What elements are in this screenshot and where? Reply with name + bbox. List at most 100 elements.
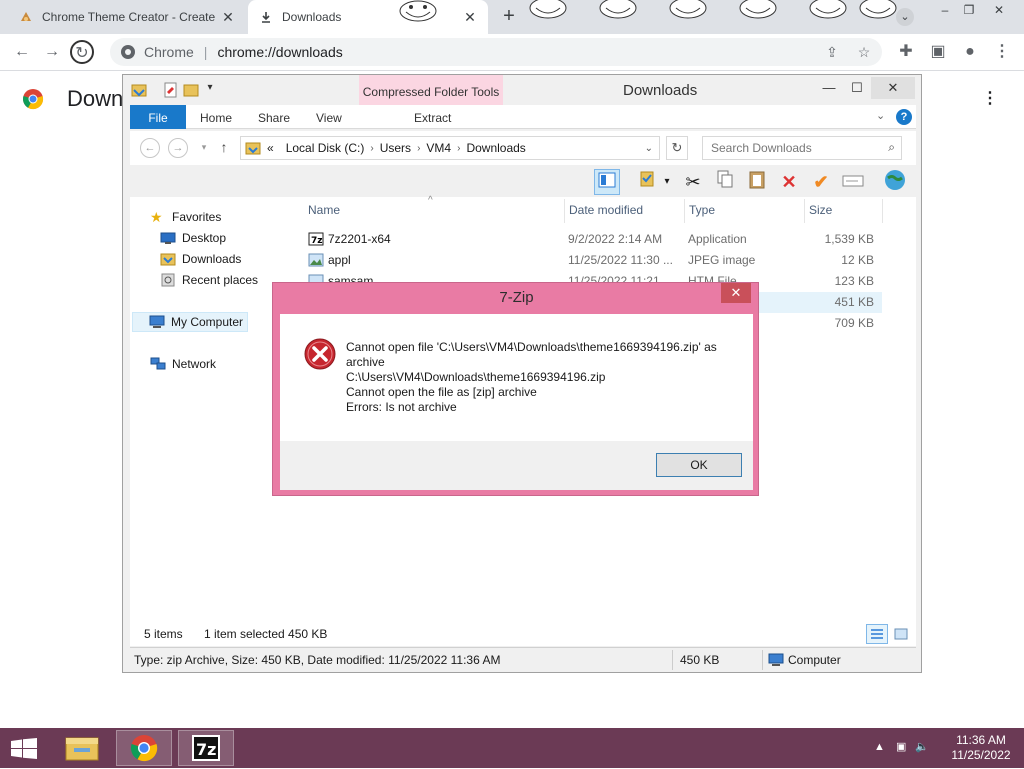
column-separator[interactable] <box>804 199 805 223</box>
breadcrumb-prefix[interactable]: « <box>267 141 274 155</box>
bookmark-star-icon[interactable]: ☆ <box>854 42 874 62</box>
divider <box>672 650 673 670</box>
navigation-bar: ← → ▾ ↑ « Local Disk (C:) › Users › VM4 … <box>130 131 916 165</box>
reload-icon[interactable]: ↻ <box>70 40 94 64</box>
back-arrow-icon[interactable]: ← <box>10 40 34 64</box>
paste-icon[interactable] <box>744 169 770 195</box>
network-tray-icon[interactable]: ▣ <box>896 741 906 753</box>
message-line: Errors: Is not archive <box>346 400 457 414</box>
nav-recent-places[interactable]: Recent places <box>160 270 258 290</box>
chevron-right-icon[interactable]: › <box>370 143 373 154</box>
nav-label: Favorites <box>172 210 222 224</box>
tab-search-chevron-icon[interactable]: ⌄ <box>896 8 914 26</box>
column-separator[interactable] <box>684 199 685 223</box>
ok-button[interactable]: OK <box>656 453 742 477</box>
tab-extract[interactable]: Extract <box>414 105 451 129</box>
volume-icon[interactable]: 🔈 <box>915 741 929 753</box>
forward-arrow-icon[interactable]: → <box>168 138 188 158</box>
up-arrow-icon[interactable]: ↑ <box>214 138 234 158</box>
column-header-type[interactable]: Type <box>689 203 715 221</box>
view-dropdown-icon[interactable]: ▾ <box>660 169 674 195</box>
refresh-icon[interactable]: ↻ <box>666 136 688 160</box>
breadcrumb-local-disk[interactable]: Local Disk (C:) <box>286 141 365 155</box>
file-explorer-icon <box>65 737 99 761</box>
tab-home[interactable]: Home <box>200 105 232 129</box>
quick-access-dropdown-icon[interactable]: ▾ <box>203 77 217 99</box>
profile-avatar-icon[interactable]: ● <box>958 40 982 64</box>
column-header-name[interactable]: Name <box>308 203 340 221</box>
address-bar[interactable]: « Local Disk (C:) › Users › VM4 › Downlo… <box>240 136 660 160</box>
compressed-folder-tools-tab[interactable]: Compressed Folder Tools <box>359 75 503 106</box>
forward-arrow-icon[interactable]: → <box>40 40 64 64</box>
search-input[interactable]: Search Downloads ⌕ <box>702 136 902 160</box>
taskbar-7zip[interactable]: 7z <box>178 730 234 766</box>
omnibox[interactable]: Chrome | chrome://downloads ⇪ ☆ <box>110 38 882 66</box>
close-window-icon[interactable]: ✕ <box>988 0 1010 22</box>
taskbar-clock[interactable]: 11:36 AM 11/25/2022 <box>948 733 1014 763</box>
tab-close-icon[interactable]: ✕ <box>462 9 478 26</box>
delete-icon[interactable]: ✕ <box>776 169 802 195</box>
restore-icon[interactable]: ❐ <box>958 0 980 22</box>
ribbon-expand-icon[interactable]: ⌄ <box>876 109 885 122</box>
rename-icon[interactable] <box>840 169 866 195</box>
checkmark-icon[interactable]: ✔ <box>808 169 834 195</box>
tab-close-icon[interactable]: ✕ <box>220 9 236 26</box>
nav-my-computer[interactable]: My Computer <box>132 312 248 332</box>
breadcrumb-users[interactable]: Users <box>380 141 411 155</box>
chevron-right-icon[interactable]: › <box>457 143 460 154</box>
tab-chrome-theme-creator[interactable]: Chrome Theme Creator - Create ✕ <box>8 0 246 34</box>
page-more-icon[interactable]: ⋮ <box>982 88 998 110</box>
system-tray: ▲ ▣ 🔈 <box>874 740 929 753</box>
minimize-icon[interactable]: — <box>815 77 843 99</box>
extensions-puzzle-icon[interactable]: ✚ <box>894 40 918 64</box>
share-icon[interactable]: ⇪ <box>822 42 842 62</box>
preview-pane-icon[interactable] <box>594 169 620 195</box>
column-header-date[interactable]: Date modified <box>569 203 643 221</box>
dialog-body: Cannot open file 'C:\Users\VM4\Downloads… <box>280 314 753 441</box>
close-icon[interactable]: ✕ <box>871 77 915 99</box>
file-size: 451 KB <box>834 295 874 309</box>
chrome-menu-icon[interactable]: ⋮ <box>990 40 1014 64</box>
breadcrumb-vm4[interactable]: VM4 <box>426 141 451 155</box>
chevron-down-icon[interactable]: ⌄ <box>645 143 653 154</box>
tab-view[interactable]: View <box>316 105 342 129</box>
tab-share[interactable]: Share <box>258 105 290 129</box>
recent-locations-icon[interactable]: ▾ <box>194 138 214 158</box>
details-view-icon[interactable] <box>866 624 888 644</box>
help-icon[interactable]: ? <box>896 109 912 125</box>
column-header-size[interactable]: Size <box>809 203 832 221</box>
tab-file[interactable]: File <box>130 105 186 129</box>
column-separator[interactable] <box>564 199 565 223</box>
file-row[interactable]: 7z 7z2201-x64 9/2/2022 2:14 AM Applicati… <box>302 229 882 250</box>
tab-downloads[interactable]: Downloads ✕ <box>248 0 488 34</box>
nav-downloads[interactable]: Downloads <box>160 249 241 269</box>
dialog-close-button[interactable]: ✕ <box>721 283 751 303</box>
show-hidden-icons-icon[interactable]: ▲ <box>874 741 885 753</box>
divider <box>762 650 763 670</box>
omnibox-url[interactable]: chrome://downloads <box>217 44 342 60</box>
nav-desktop[interactable]: Desktop <box>160 228 226 248</box>
column-separator[interactable] <box>882 199 883 223</box>
copy-icon[interactable] <box>712 169 738 195</box>
side-panel-icon[interactable]: ▣ <box>926 40 950 64</box>
globe-icon[interactable] <box>882 169 908 195</box>
breadcrumb-downloads[interactable]: Downloads <box>466 141 525 155</box>
cut-icon[interactable]: ✂ <box>680 169 706 195</box>
taskbar-chrome[interactable] <box>116 730 172 766</box>
change-view-icon[interactable] <box>636 169 662 195</box>
new-tab-button[interactable]: + <box>498 6 520 28</box>
large-icons-view-icon[interactable] <box>890 624 912 644</box>
troll-face-icon <box>529 0 567 19</box>
chevron-right-icon[interactable]: › <box>417 143 420 154</box>
minimize-icon[interactable]: – <box>934 0 956 22</box>
back-arrow-icon[interactable]: ← <box>140 138 160 158</box>
selection-info: 1 item selected 450 KB <box>204 627 328 641</box>
file-row[interactable]: appl 11/25/2022 11:30 ... JPEG image 12 … <box>302 250 882 271</box>
new-folder-icon[interactable] <box>183 81 199 99</box>
nav-favorites[interactable]: ★ Favorites <box>150 207 221 227</box>
maximize-icon[interactable]: ☐ <box>843 77 871 99</box>
windows-start-icon[interactable] <box>10 738 38 760</box>
properties-icon[interactable] <box>163 81 179 99</box>
taskbar-file-explorer[interactable] <box>54 730 110 766</box>
nav-network[interactable]: Network <box>150 354 216 374</box>
